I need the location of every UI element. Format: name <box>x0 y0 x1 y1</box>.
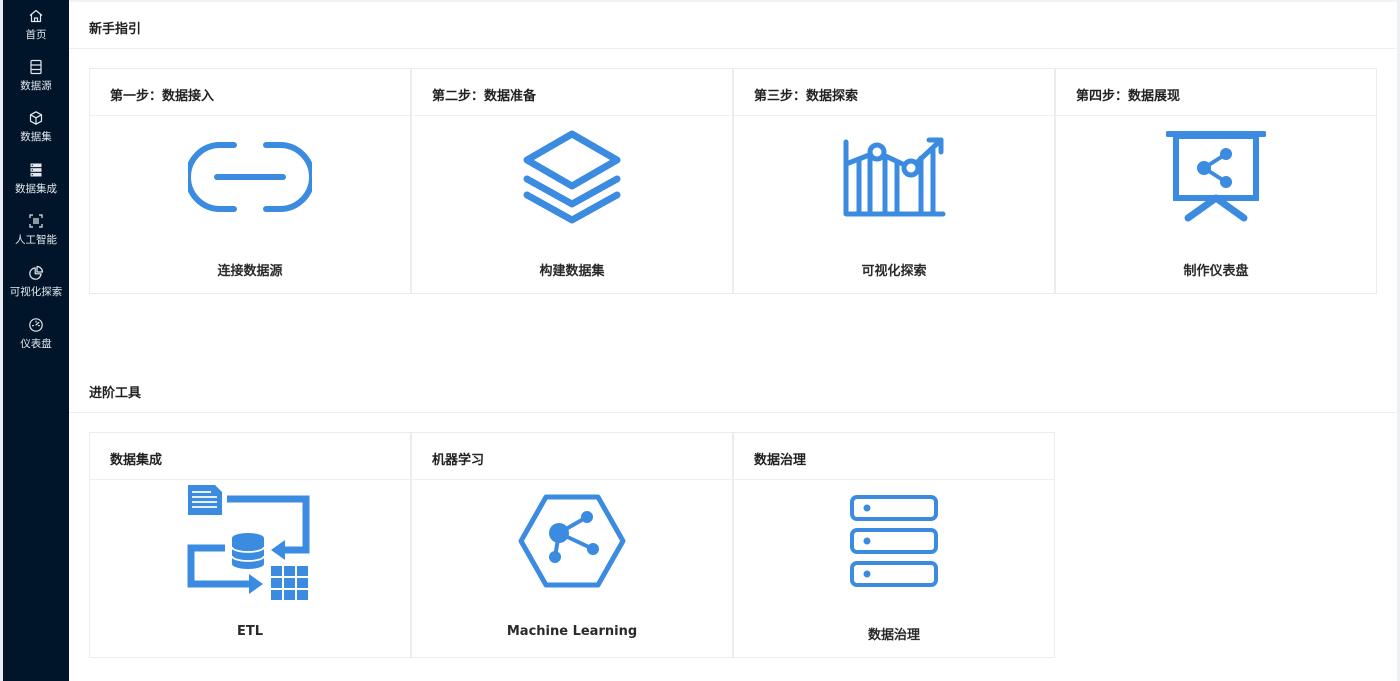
sidebar-item-label: 仪表盘 <box>20 338 52 350</box>
card-title: 第二步：数据准备 <box>432 89 537 104</box>
gauge-icon <box>28 317 44 333</box>
tool-card-data-governance[interactable]: 数据治理 数据治理 <box>733 432 1055 658</box>
sidebar-item-ai[interactable]: 人工智能 <box>3 213 69 257</box>
sidebar-item-label: 可视化探索 <box>9 286 63 298</box>
card-title: 数据治理 <box>754 453 807 468</box>
card-header: 机器学习 <box>412 433 732 480</box>
card-label: Machine Learning <box>506 624 638 639</box>
section-header-beginner: 新手指引 <box>69 2 1396 49</box>
card-title: 第三步：数据探索 <box>754 89 859 104</box>
tool-card-etl[interactable]: 数据集成 ETL <box>89 432 411 658</box>
home-icon <box>28 8 44 24</box>
tool-card-machine-learning[interactable]: 机器学习 Machine Learning <box>411 432 733 658</box>
sidebar-item-visual-explore[interactable]: 可视化探索 <box>3 265 69 309</box>
sidebar-item-label: 人工智能 <box>15 234 57 246</box>
card-label: 连接数据源 <box>217 264 283 279</box>
step-card-build-dataset[interactable]: 第二步：数据准备 构建数据集 <box>411 68 733 294</box>
server-icon <box>28 162 44 178</box>
card-header: 数据集成 <box>90 433 410 480</box>
card-label: 构建数据集 <box>539 264 605 279</box>
database-icon <box>28 59 44 75</box>
step-card-connect-datasource[interactable]: 第一步：数据接入 连接数据源 <box>89 68 411 294</box>
sidebar: 首页 数据源 数据集 数据集成 人工智能 可视化探索 仪表盘 <box>0 0 69 681</box>
step-card-make-dashboard[interactable]: 第四步：数据展现 制作仪表盘 <box>1055 68 1377 294</box>
card-label: 数据治理 <box>867 628 920 643</box>
sidebar-item-dashboard[interactable]: 仪表盘 <box>3 317 69 361</box>
card-title: 机器学习 <box>432 453 485 468</box>
card-header: 数据治理 <box>734 433 1054 480</box>
section-title: 进阶工具 <box>89 386 142 401</box>
step-card-visual-explore[interactable]: 第三步：数据探索 可视化探索 <box>733 68 1055 294</box>
card-header: 第四步：数据展现 <box>1056 69 1376 116</box>
trend-chart-icon <box>734 127 1054 227</box>
layers-icon <box>412 127 732 227</box>
sidebar-item-home[interactable]: 首页 <box>3 8 69 52</box>
sidebar-item-label: 数据集成 <box>15 183 57 195</box>
hexagon-network-icon <box>412 491 732 591</box>
section-title: 新手指引 <box>89 22 142 37</box>
section-header-advanced: 进阶工具 <box>69 366 1396 413</box>
presentation-share-icon <box>1056 127 1376 227</box>
card-title: 数据集成 <box>110 453 163 468</box>
card-label: ETL <box>236 624 264 639</box>
pie-chart-icon <box>28 265 44 281</box>
card-title: 第一步：数据接入 <box>110 89 215 104</box>
card-header: 第一步：数据接入 <box>90 69 410 116</box>
card-header: 第二步：数据准备 <box>412 69 732 116</box>
sidebar-item-datasource[interactable]: 数据源 <box>3 59 69 103</box>
app-root: 首页 数据源 数据集 数据集成 人工智能 可视化探索 仪表盘 新手指引 第一步：… <box>0 0 1400 681</box>
link-icon <box>90 127 410 227</box>
main-content: 新手指引 第一步：数据接入 连接数据源 第二步：数据准备 构建数据集 第三步：数… <box>69 0 1400 681</box>
card-label: 可视化探索 <box>861 264 927 279</box>
etl-icon <box>90 481 410 603</box>
sidebar-item-label: 数据集 <box>20 131 52 143</box>
scan-icon <box>28 213 44 229</box>
sidebar-item-integration[interactable]: 数据集成 <box>3 162 69 206</box>
sidebar-item-label: 数据源 <box>20 80 52 92</box>
server-stack-icon <box>734 491 1054 591</box>
sidebar-item-dataset[interactable]: 数据集 <box>3 110 69 154</box>
sidebar-item-label: 首页 <box>25 29 47 41</box>
card-label: 制作仪表盘 <box>1183 264 1249 279</box>
cube-icon <box>28 110 44 126</box>
card-header: 第三步：数据探索 <box>734 69 1054 116</box>
card-title: 第四步：数据展现 <box>1076 89 1181 104</box>
